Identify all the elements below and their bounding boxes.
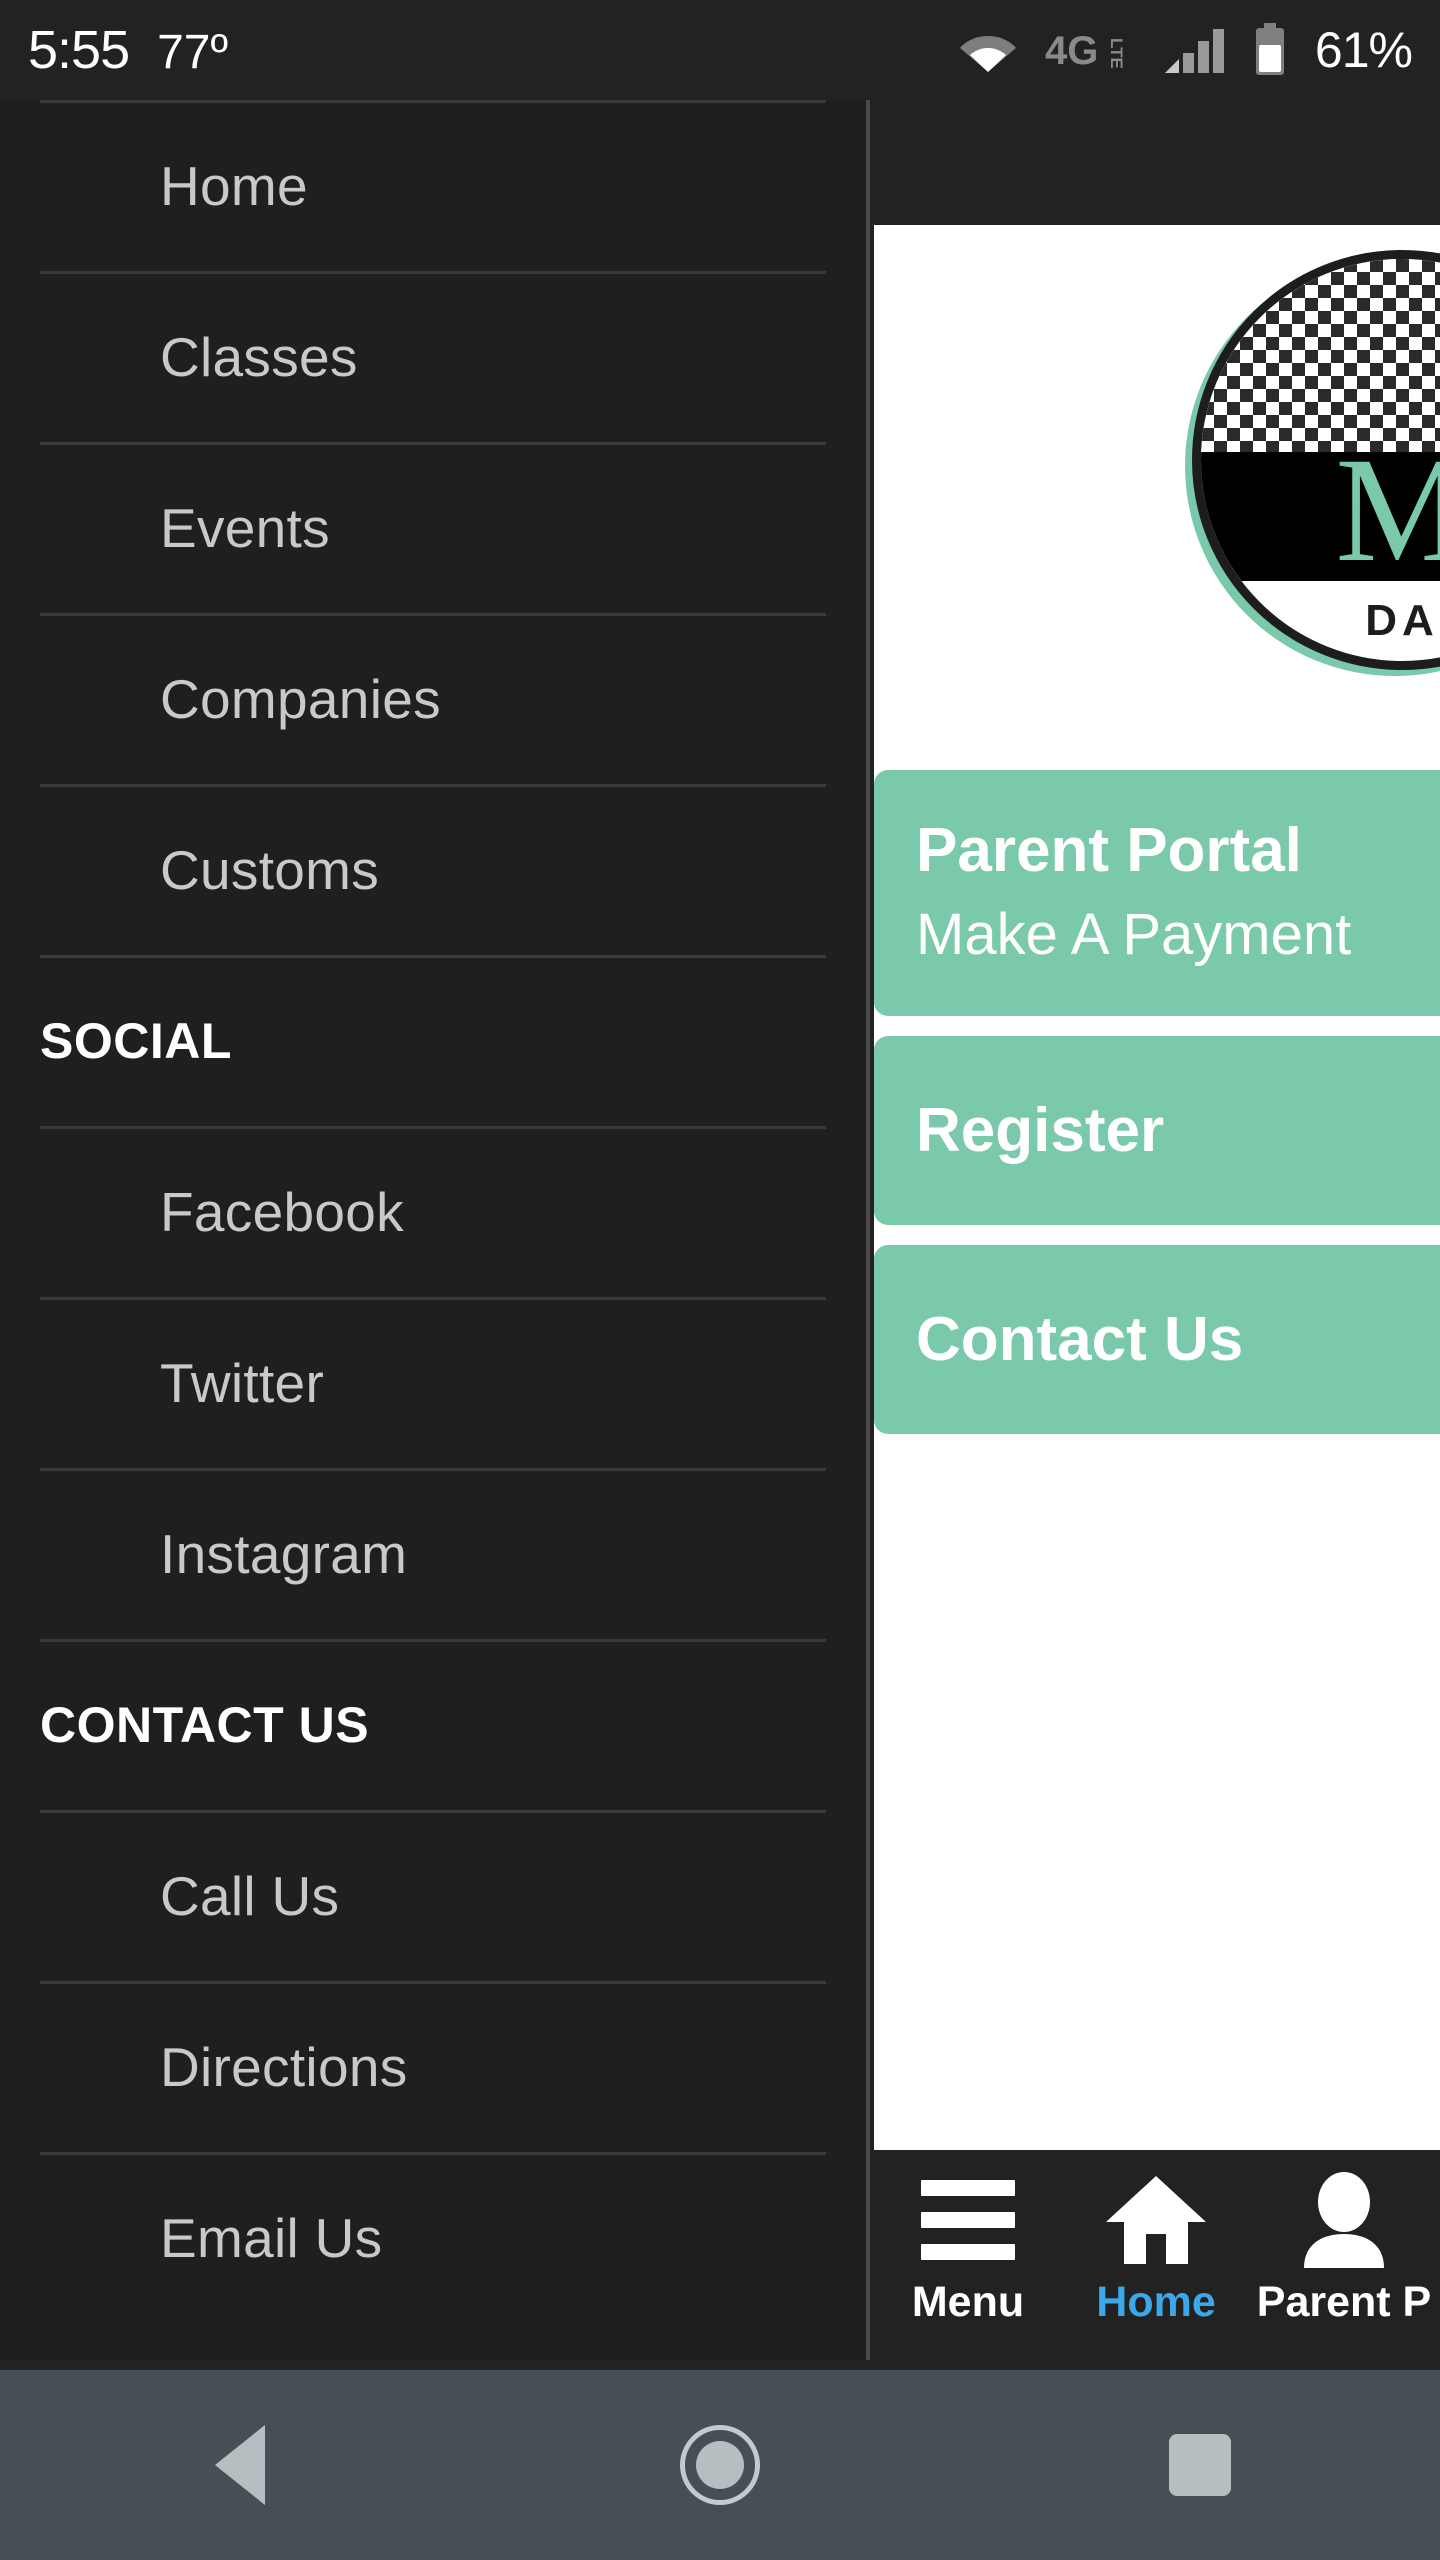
app-bottom-navigation[interactable]: Menu Home Parent P — [874, 2150, 1440, 2370]
sidebar-item-label: Classes — [160, 325, 358, 388]
battery-icon — [1253, 23, 1287, 77]
back-triangle-icon — [215, 2425, 265, 2505]
recents-square-icon — [1169, 2434, 1231, 2496]
bottom-nav-label: Menu — [911, 2278, 1025, 2326]
home-button[interactable] — [620, 2425, 820, 2505]
cta-subtitle: Make A Payment — [916, 902, 1352, 968]
sidebar-item-facebook[interactable]: Facebook — [0, 1126, 866, 1297]
bottom-nav-label: Parent P — [1256, 2278, 1432, 2326]
lte-icon: 4G LTE — [1045, 28, 1137, 72]
houndstooth-pattern — [1201, 259, 1440, 452]
sidebar-section-social: SOCIAL — [0, 955, 866, 1126]
contact-us-button[interactable]: Contact Us — [874, 1245, 1440, 1435]
bottom-nav-home[interactable]: Home — [1062, 2150, 1250, 2327]
sidebar-item-call-us[interactable]: Call Us — [0, 1810, 866, 1981]
back-button[interactable] — [140, 2425, 340, 2505]
logo-band: M — [1201, 435, 1440, 585]
navigation-drawer[interactable]: Home Classes Events Companies Customs SO… — [0, 100, 870, 2360]
sidebar-item-customs[interactable]: Customs — [0, 784, 866, 955]
sidebar-item-label: Call Us — [160, 1864, 340, 1927]
sidebar-item-label: Directions — [160, 2035, 408, 2098]
battery-percentage: 61% — [1314, 22, 1413, 78]
divider — [40, 100, 826, 103]
sidebar-section-label: SOCIAL — [40, 1012, 232, 1069]
main-content: M DA Parent Portal Make A Payment Regist… — [874, 225, 1440, 2150]
sidebar-item-label: Instagram — [160, 1522, 408, 1585]
parent-portal-button[interactable]: Parent Portal Make A Payment — [874, 770, 1440, 1017]
phone-screen: 5:55 77º 4G LTE 61% Home Classes Events … — [0, 0, 1440, 2560]
sidebar-item-instagram[interactable]: Instagram — [0, 1468, 866, 1639]
android-system-navigation[interactable] — [0, 2370, 1440, 2560]
sidebar-item-events[interactable]: Events — [0, 442, 866, 613]
hamburger-icon — [921, 2172, 1015, 2268]
divider — [40, 271, 826, 274]
logo-badge: M DA — [1192, 250, 1440, 670]
sidebar-section-label: CONTACT US — [40, 1696, 370, 1753]
sidebar-item-label: Twitter — [160, 1351, 325, 1414]
svg-text:4G: 4G — [1045, 29, 1098, 72]
sidebar-item-label: Companies — [160, 667, 441, 730]
sidebar-item-label: Events — [160, 496, 330, 559]
sidebar-item-classes[interactable]: Classes — [0, 271, 866, 442]
sidebar-item-email-us[interactable]: Email Us — [0, 2152, 866, 2323]
divider — [40, 1297, 826, 1300]
brand-logo: M DA — [1192, 250, 1440, 670]
sidebar-item-companies[interactable]: Companies — [0, 613, 866, 784]
cellular-signal-icon — [1164, 27, 1225, 73]
cta-title: Register — [916, 1096, 1165, 1166]
cta-title: Parent Portal — [916, 816, 1302, 885]
home-circle-icon — [680, 2425, 760, 2505]
cta-title: Contact Us — [916, 1305, 1244, 1375]
cta-button-stack: Parent Portal Make A Payment Register Co… — [874, 770, 1440, 1454]
sidebar-item-directions[interactable]: Directions — [0, 1981, 866, 2152]
svg-text:LTE: LTE — [1107, 38, 1126, 69]
logo-letter: M — [1335, 435, 1440, 585]
sidebar-item-label: Facebook — [160, 1180, 404, 1243]
drawer-menu-list: Home Classes Events Companies Customs SO… — [0, 100, 866, 2323]
clock: 5:55 — [28, 20, 130, 80]
sidebar-item-label: Customs — [160, 838, 380, 901]
divider — [40, 784, 826, 787]
status-bar-right: 4G LTE 61% — [959, 21, 1440, 79]
logo-subtitle: DA — [1365, 595, 1439, 645]
divider — [40, 1810, 826, 1813]
status-bar-left: 5:55 77º — [0, 19, 228, 81]
bottom-nav-parent-portal[interactable]: Parent P — [1250, 2150, 1438, 2327]
divider — [40, 442, 826, 445]
divider — [40, 613, 826, 616]
sidebar-item-label: Email Us — [160, 2206, 383, 2269]
wifi-icon — [959, 28, 1017, 72]
recents-button[interactable] — [1100, 2434, 1300, 2496]
status-bar: 5:55 77º 4G LTE 61% — [0, 0, 1440, 100]
sidebar-section-contact-us: CONTACT US — [0, 1639, 866, 1810]
bottom-nav-menu[interactable]: Menu — [874, 2150, 1062, 2327]
register-button[interactable]: Register — [874, 1036, 1440, 1226]
divider — [40, 1126, 826, 1129]
temperature: 77º — [157, 26, 229, 79]
divider — [40, 2152, 826, 2155]
house-icon — [1104, 2172, 1208, 2268]
divider — [40, 1468, 826, 1471]
sidebar-item-home[interactable]: Home — [0, 100, 866, 271]
bottom-nav-label: Home — [1096, 2278, 1216, 2326]
sidebar-item-twitter[interactable]: Twitter — [0, 1297, 866, 1468]
divider — [40, 955, 826, 958]
person-icon — [1296, 2172, 1392, 2268]
sidebar-item-label: Home — [160, 154, 308, 217]
divider — [40, 1639, 826, 1642]
divider — [40, 1981, 826, 1984]
